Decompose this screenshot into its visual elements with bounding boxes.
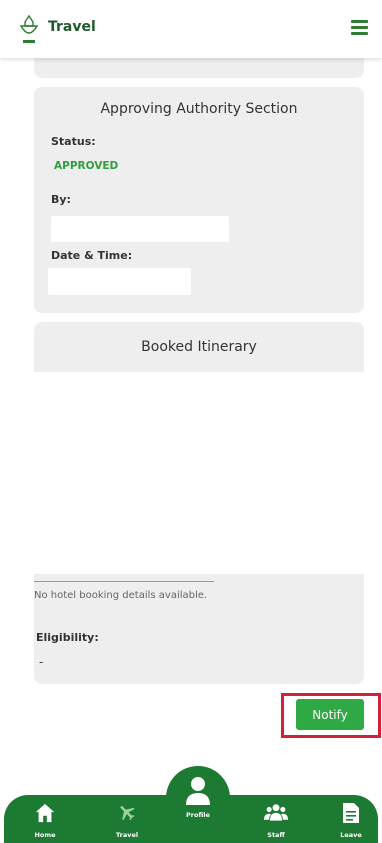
logo-icon — [19, 14, 39, 43]
hotel-message: No hotel booking details available. — [34, 590, 208, 601]
nav-profile-label: Profile — [186, 811, 210, 819]
nav-travel-label: Travel — [115, 831, 139, 839]
hotel-eligibility-card: No hotel booking details available. Elig… — [34, 574, 364, 684]
status-value: APPROVED — [54, 160, 119, 172]
booked-itinerary-title: Booked Itinerary — [141, 339, 257, 355]
home-icon — [35, 803, 55, 823]
nav-staff-label: Staff — [267, 831, 285, 839]
staff-group-icon — [264, 804, 288, 821]
datetime-field — [48, 268, 191, 295]
approving-authority-title: Approving Authority Section — [100, 101, 298, 117]
notify-button[interactable]: Notify — [296, 699, 364, 730]
airplane-icon — [120, 806, 135, 821]
booked-itinerary-card: Booked Itinerary — [34, 322, 364, 372]
nav-leave[interactable]: Leave — [326, 795, 376, 843]
by-field — [51, 216, 229, 242]
profile-icon — [186, 777, 210, 805]
page-title: Travel — [48, 19, 96, 35]
nav-staff[interactable]: Staff — [251, 795, 301, 843]
status-label: Status: — [51, 135, 96, 148]
divider — [34, 581, 214, 582]
by-label: By: — [51, 193, 71, 206]
datetime-label: Date & Time: — [51, 249, 133, 262]
nav-home[interactable]: Home — [20, 795, 70, 843]
eligibility-label: Eligibility: — [36, 631, 99, 644]
document-icon — [343, 803, 359, 823]
approving-authority-card: Approving Authority Section Status: APPR… — [34, 87, 364, 313]
hamburger-menu-icon[interactable] — [351, 20, 368, 35]
app-header: Travel — [0, 0, 382, 58]
eligibility-value: - — [39, 655, 44, 669]
nav-home-label: Home — [34, 831, 56, 839]
nav-travel[interactable]: Travel — [102, 795, 152, 843]
nav-profile[interactable]: Profile — [166, 766, 230, 830]
nav-leave-label: Leave — [340, 831, 362, 839]
